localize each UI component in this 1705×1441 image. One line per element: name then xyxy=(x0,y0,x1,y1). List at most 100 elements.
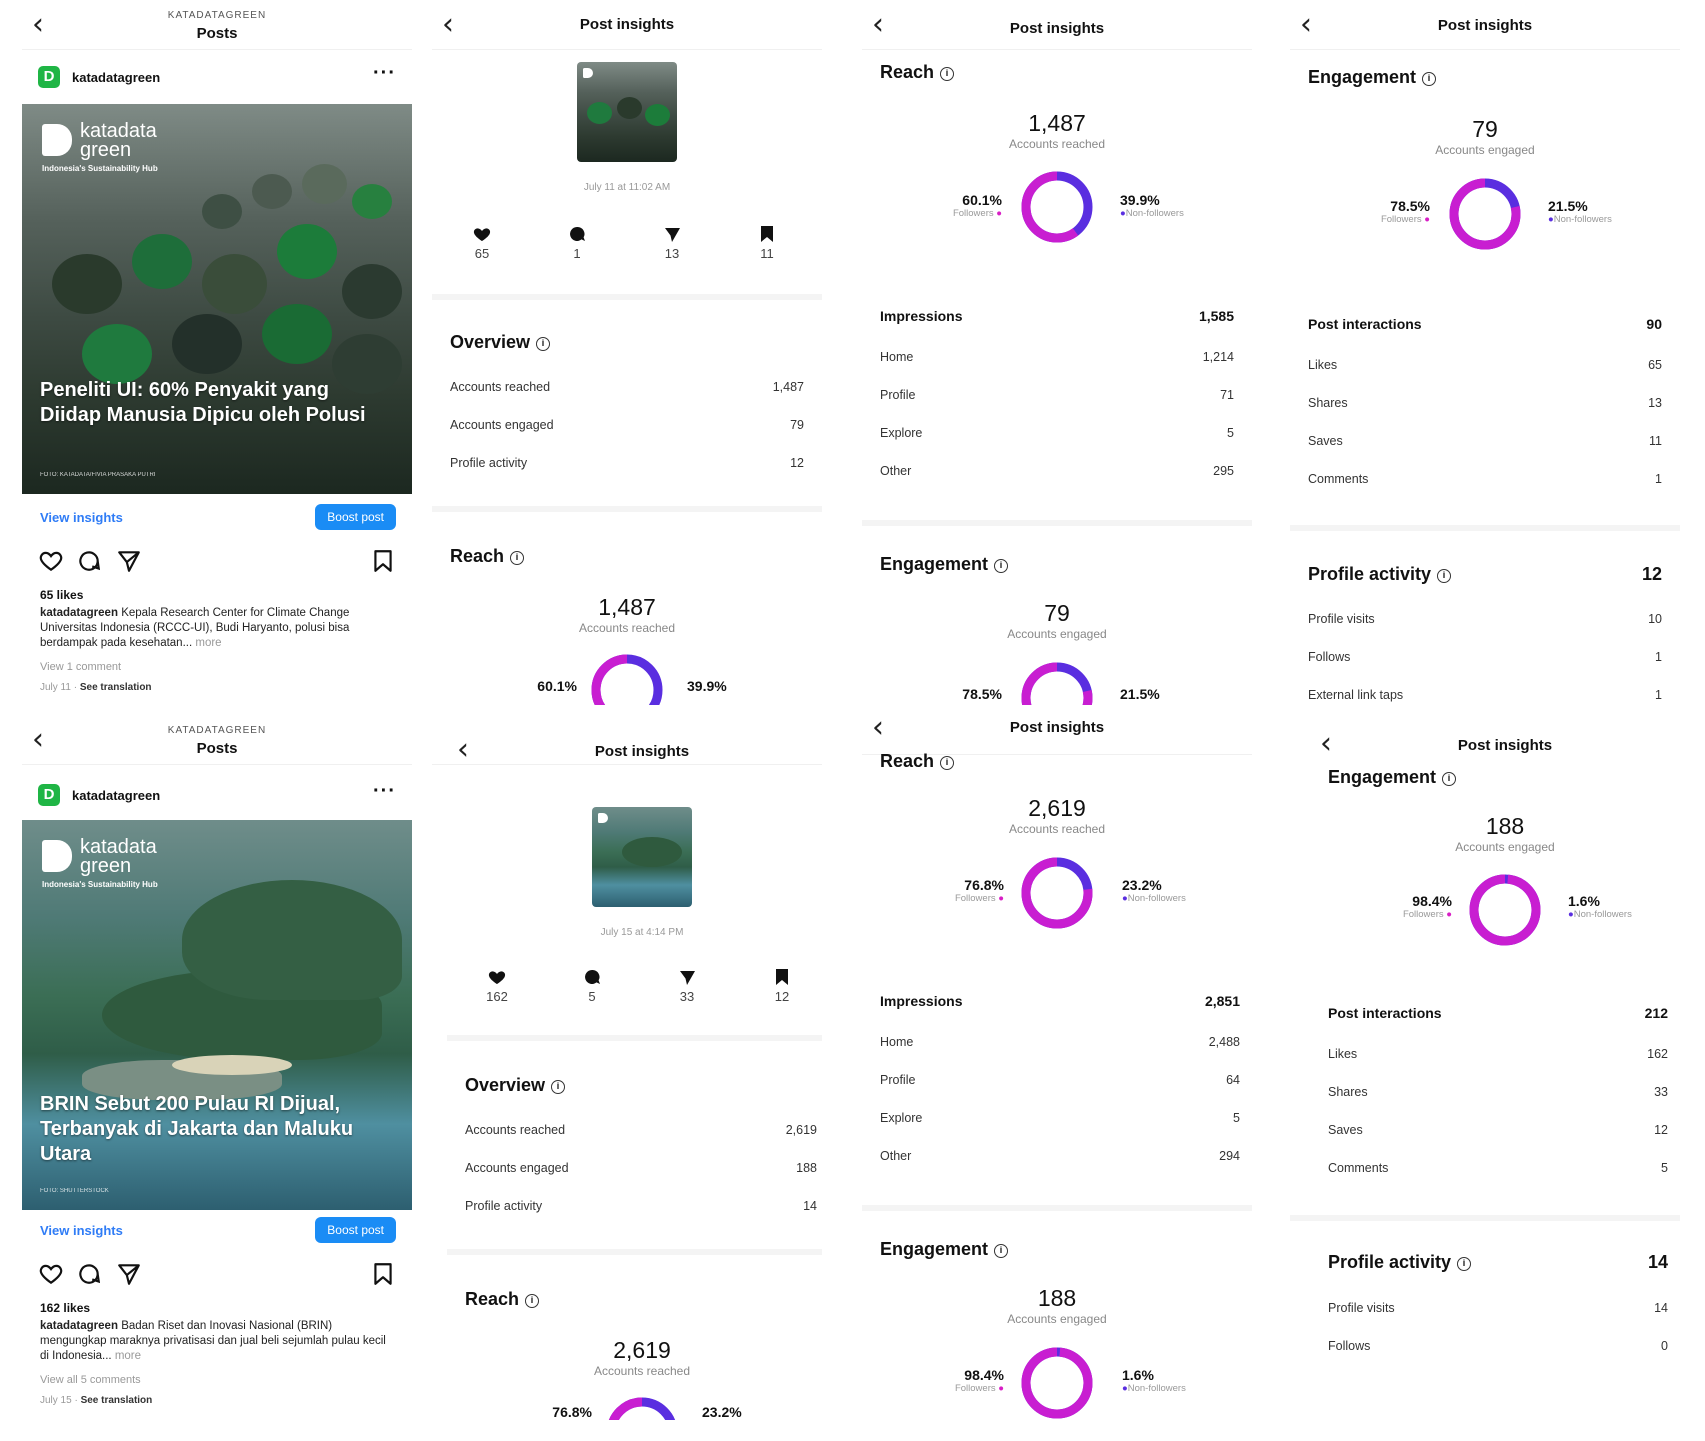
more-options-icon[interactable]: ··· xyxy=(373,780,396,803)
author-name[interactable]: katadatagreen xyxy=(72,70,160,85)
overview-accounts-reached[interactable]: Accounts reached 1,487 xyxy=(450,380,804,398)
profile-activity-total[interactable]: Profile activity i 14 xyxy=(1328,1252,1668,1276)
post-thumbnail[interactable] xyxy=(577,62,677,162)
share-icon[interactable] xyxy=(116,1261,142,1287)
overview-accounts-engaged[interactable]: Accounts engaged 188 xyxy=(465,1161,817,1179)
info-icon[interactable]: i xyxy=(1437,569,1452,583)
reach-followers-pct: 76.8% Followers ● xyxy=(954,877,1004,904)
post-date: July 15 · See translation xyxy=(40,1395,153,1406)
info-icon[interactable]: i xyxy=(1457,1257,1472,1271)
view-insights-link[interactable]: View insights xyxy=(40,510,123,525)
page-title: Post insights xyxy=(1009,20,1105,37)
post-actionbar: View insights Boost post xyxy=(22,500,412,534)
comment-icon[interactable] xyxy=(76,1261,102,1287)
info-icon[interactable]: i xyxy=(994,559,1009,573)
post-image[interactable]: katadata green Indonesia's Sustainabilit… xyxy=(22,104,412,494)
overview-profile-activity[interactable]: Profile activity 12 xyxy=(450,456,804,474)
view-comments-link[interactable]: View 1 comment xyxy=(40,661,121,673)
engagement-metric: 188 Accounts engaged xyxy=(1007,1285,1107,1326)
heart-icon[interactable] xyxy=(38,548,64,574)
info-icon[interactable]: i xyxy=(525,1294,540,1308)
reach-title: Reach i xyxy=(880,751,955,772)
account-caps: KATADATAGREEN xyxy=(167,10,267,21)
post-image[interactable]: katadata green Indonesia's Sustainabilit… xyxy=(22,820,412,1210)
reach-followers-pct: 60.1% xyxy=(537,678,577,694)
info-icon[interactable]: i xyxy=(551,1080,566,1094)
info-icon[interactable]: i xyxy=(994,1244,1009,1258)
reach-metric: 2,619 Accounts reached xyxy=(1008,795,1106,836)
impressions-total[interactable]: Impressions 2,851 xyxy=(880,993,1240,1011)
engagement-non-followers-pct: 1.6% ●Non-followers xyxy=(1122,1367,1186,1394)
bookmark-icon[interactable] xyxy=(370,1261,396,1287)
like-count[interactable]: 162 likes xyxy=(40,1301,90,1315)
post-thumbnail[interactable] xyxy=(592,807,692,907)
more-options-icon[interactable]: ··· xyxy=(373,62,396,85)
engagement-title: Engagement i xyxy=(880,554,1009,575)
account-caps: KATADATAGREEN xyxy=(167,725,267,736)
stats-row: 65 1 13 11 xyxy=(432,224,822,274)
info-icon[interactable]: i xyxy=(940,756,955,770)
header: ‹ Post insights xyxy=(862,715,1252,755)
overview-profile-activity[interactable]: Profile activity 14 xyxy=(465,1199,817,1217)
post-author[interactable]: D katadatagreen ··· xyxy=(38,780,396,810)
divider xyxy=(432,294,822,300)
profile-activity-total[interactable]: Profile activity i 12 xyxy=(1308,564,1662,588)
page-title: Posts xyxy=(196,740,238,757)
bookmark-filled-icon xyxy=(776,969,788,985)
stat-shares: 13 xyxy=(642,224,702,261)
engagement-metric: 79 Accounts engaged xyxy=(1007,600,1107,641)
page-title: Post insights xyxy=(579,16,675,33)
engagement-followers-pct: 98.4% Followers ● xyxy=(1402,893,1452,920)
info-icon[interactable]: i xyxy=(1442,772,1457,786)
view-comments-link[interactable]: View all 5 comments xyxy=(40,1374,141,1386)
see-translation-link[interactable]: See translation xyxy=(80,682,152,693)
engagement-title: Engagement i xyxy=(880,1239,1009,1260)
post-headline: BRIN Sebut 200 Pulau RI Dijual, Terbanya… xyxy=(40,1093,354,1165)
reach-non-followers-pct: 23.2% xyxy=(702,1404,742,1420)
post-author[interactable]: D katadatagreen ··· xyxy=(38,62,396,92)
overview-accounts-reached[interactable]: Accounts reached 2,619 xyxy=(465,1123,817,1141)
brand-logo-icon[interactable]: D xyxy=(38,66,60,88)
header: ‹ Post insights xyxy=(432,715,822,765)
boost-post-button[interactable]: Boost post xyxy=(315,1217,396,1243)
like-count[interactable]: 65 likes xyxy=(40,588,83,602)
view-insights-link[interactable]: View insights xyxy=(40,1223,123,1238)
see-translation-link[interactable]: See translation xyxy=(81,1395,153,1406)
divider xyxy=(447,1035,822,1041)
engagement-donut-chart xyxy=(1021,1347,1093,1419)
bookmark-icon[interactable] xyxy=(370,548,396,574)
comment-filled-icon xyxy=(585,969,600,984)
comment-icon[interactable] xyxy=(76,548,102,574)
interactions-shares: Shares 13 xyxy=(1308,396,1662,410)
reach-metric: 1,487 Accounts reached xyxy=(578,594,676,635)
reach-donut-chart xyxy=(1021,857,1093,929)
info-icon[interactable]: i xyxy=(1422,72,1437,86)
interactions-comments: Comments 5 xyxy=(1328,1161,1668,1175)
post-icons xyxy=(38,548,396,578)
overview-accounts-engaged[interactable]: Accounts engaged 79 xyxy=(450,418,804,436)
reach-followers-pct: 76.8% xyxy=(552,1404,592,1420)
author-name[interactable]: katadatagreen xyxy=(72,788,160,803)
info-icon[interactable]: i xyxy=(940,67,955,81)
reach-donut-chart xyxy=(1021,171,1093,243)
boost-post-button[interactable]: Boost post xyxy=(315,504,396,530)
engagement-donut-chart xyxy=(1021,662,1093,705)
insights-engagement-2: ‹ Post insights Engagement i 188 Accounts… xyxy=(1290,715,1680,1420)
post-interactions-total[interactable]: Post interactions 212 xyxy=(1328,1005,1668,1023)
brand-logo-icon[interactable]: D xyxy=(38,784,60,806)
profile-visits: Profile visits 14 xyxy=(1328,1301,1668,1315)
interactions-likes: Likes 65 xyxy=(1308,358,1662,372)
engagement-non-followers-pct: 21.5% ●Non-followers xyxy=(1548,198,1612,225)
reach-followers-pct: 60.1% Followers ● xyxy=(952,192,1002,219)
info-icon[interactable]: i xyxy=(510,551,525,565)
share-icon[interactable] xyxy=(116,548,142,574)
reach-title: Reach i xyxy=(880,62,955,83)
info-icon[interactable]: i xyxy=(536,337,551,351)
insights-reach-1: ‹ Post insights Reach i 1,487 Accounts re… xyxy=(862,0,1252,705)
post-interactions-total[interactable]: Post interactions 90 xyxy=(1308,316,1662,334)
post-date: July 11 · See translation xyxy=(40,682,152,693)
impressions-total[interactable]: Impressions 1,585 xyxy=(880,308,1234,326)
heart-icon[interactable] xyxy=(38,1261,64,1287)
post-panel-1: ‹ KATADATAGREEN Posts D katadatagreen ··… xyxy=(22,0,412,705)
impressions-other: Other 295 xyxy=(880,464,1234,478)
